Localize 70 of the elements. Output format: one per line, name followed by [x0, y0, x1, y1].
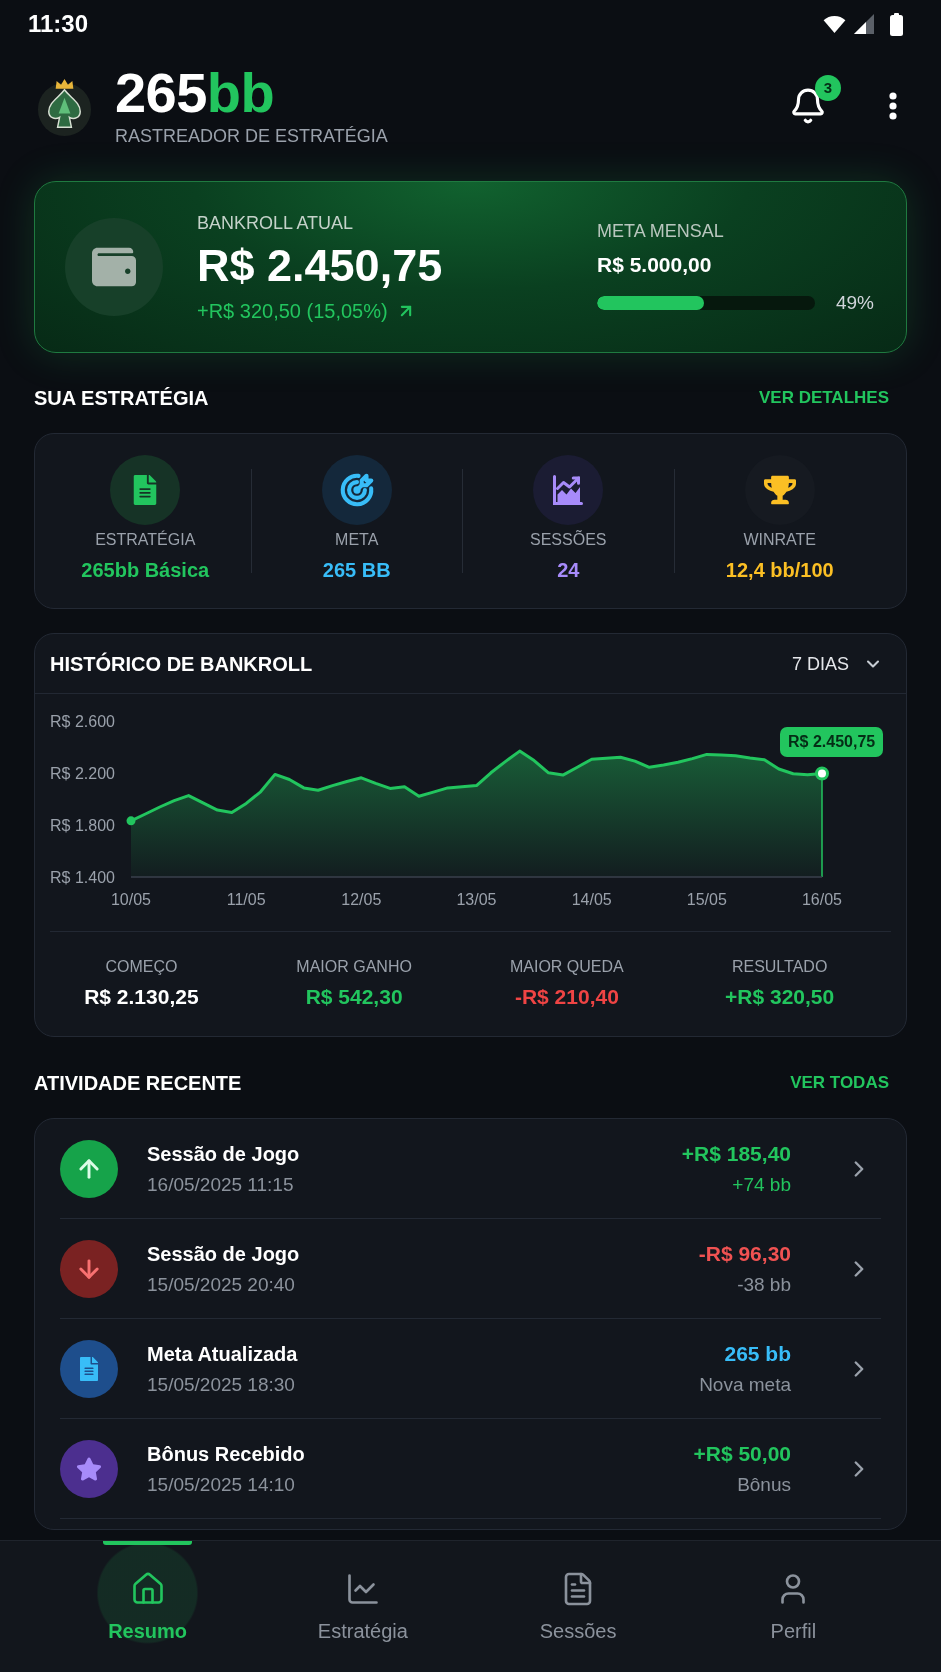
y-axis-label: R$ 1.800 [50, 817, 115, 834]
activity-date: 16/05/2025 11:15 [147, 1173, 295, 1196]
activity-date: 15/05/2025 18:30 [147, 1373, 296, 1396]
x-axis-label: 14/05 [571, 891, 612, 908]
activity-date: 15/05/2025 14:10 [147, 1473, 296, 1496]
battery-icon [890, 12, 903, 36]
stat-value: 265bb Básica [81, 558, 210, 582]
x-axis-label: 16/05 [802, 891, 842, 908]
stat-label: SESSÕES [530, 530, 607, 550]
app-subtitle: RASTREADOR DE ESTRATÉGIA [115, 125, 388, 147]
stat-value: 12,4 bb/100 [725, 558, 834, 582]
start-point-marker [126, 816, 136, 826]
summary-value: -R$ 210,40 [514, 985, 619, 1009]
more-options-icon[interactable] [889, 92, 897, 120]
x-axis-label: 12/05 [341, 891, 382, 908]
activity-date: 15/05/2025 20:40 [147, 1273, 296, 1296]
x-axis-label: 10/05 [111, 891, 151, 908]
summary-label: MAIOR QUEDA [509, 957, 624, 977]
section-title: SUA ESTRATÉGIA [34, 386, 209, 410]
activity-detail: Bônus [737, 1473, 791, 1496]
app-logo-text: 265bb [115, 65, 276, 121]
summary-label: COMEÇO [105, 957, 178, 977]
goal-percent: 49% [835, 290, 874, 315]
activity-amount: -R$ 96,30 [698, 1241, 791, 1266]
view-all-link[interactable]: VER TODAS [790, 1072, 889, 1094]
activity-title: Sessão de Jogo [147, 1241, 300, 1266]
goal-amount: R$ 5.000,00 [597, 252, 713, 277]
value-tooltip: R$ 2.450,75 [780, 726, 884, 757]
status-time: 11:30 [28, 10, 89, 38]
stat-label: WINRATE [743, 530, 817, 550]
activity-detail: -38 bb [737, 1273, 791, 1296]
wifi-icon [823, 15, 846, 33]
summary-label: MAIOR GANHO [296, 957, 412, 977]
activity-amount: +R$ 185,40 [681, 1141, 791, 1166]
view-details-link[interactable]: VER DETALHES [758, 387, 889, 409]
summary-value: R$ 542,30 [305, 985, 403, 1009]
activity-detail: +74 bb [732, 1173, 791, 1196]
card-title: HISTÓRICO DE BANKROLL [50, 651, 313, 676]
activity-title: Sessão de Jogo [147, 1141, 300, 1166]
activity-title: Meta Atualizada [147, 1341, 298, 1366]
summary-value: R$ 2.130,25 [84, 985, 199, 1009]
summary-label: RESULTADO [731, 957, 828, 977]
end-point-marker [815, 766, 829, 781]
signal-icon [854, 14, 874, 34]
stat-value: 265 BB [322, 558, 391, 582]
nav-tab[interactable]: Perfil [685, 1541, 901, 1672]
stat-label: ESTRATÉGIA [95, 530, 196, 550]
activity-amount: +R$ 50,00 [693, 1441, 791, 1466]
x-axis-label: 13/05 [456, 891, 497, 908]
arrow-up-icon [60, 1139, 118, 1198]
y-axis-label: R$ 2.200 [50, 765, 115, 782]
goal-label: META MENSAL [597, 219, 725, 242]
nav-tab[interactable]: Sessões [470, 1541, 686, 1672]
y-axis-label: R$ 1.400 [50, 869, 115, 886]
nav-tab[interactable]: Estratégia [255, 1541, 471, 1672]
section-title: ATIVIDADE RECENTE [34, 1071, 242, 1095]
activity-title: Bônus Recebido [147, 1441, 305, 1466]
bankroll-label: BANKROLL ATUAL [197, 211, 355, 234]
stat-value: 24 [557, 558, 580, 582]
activity-detail: Nova meta [699, 1373, 791, 1396]
summary-value: +R$ 320,50 [725, 985, 835, 1009]
notification-badge: 3 [815, 75, 841, 101]
stat-label: META [335, 530, 379, 550]
period-dropdown[interactable]: 7 DIAS [791, 652, 883, 675]
x-axis-label: 15/05 [686, 891, 727, 908]
activity-amount: 265 bb [724, 1341, 791, 1366]
bankroll-change: +R$ 320,50 (15,05%) [197, 298, 388, 323]
bankroll-amount: R$ 2.450,75 [197, 240, 443, 291]
y-axis-label: R$ 2.600 [50, 713, 115, 730]
x-axis-label: 11/05 [226, 891, 266, 908]
